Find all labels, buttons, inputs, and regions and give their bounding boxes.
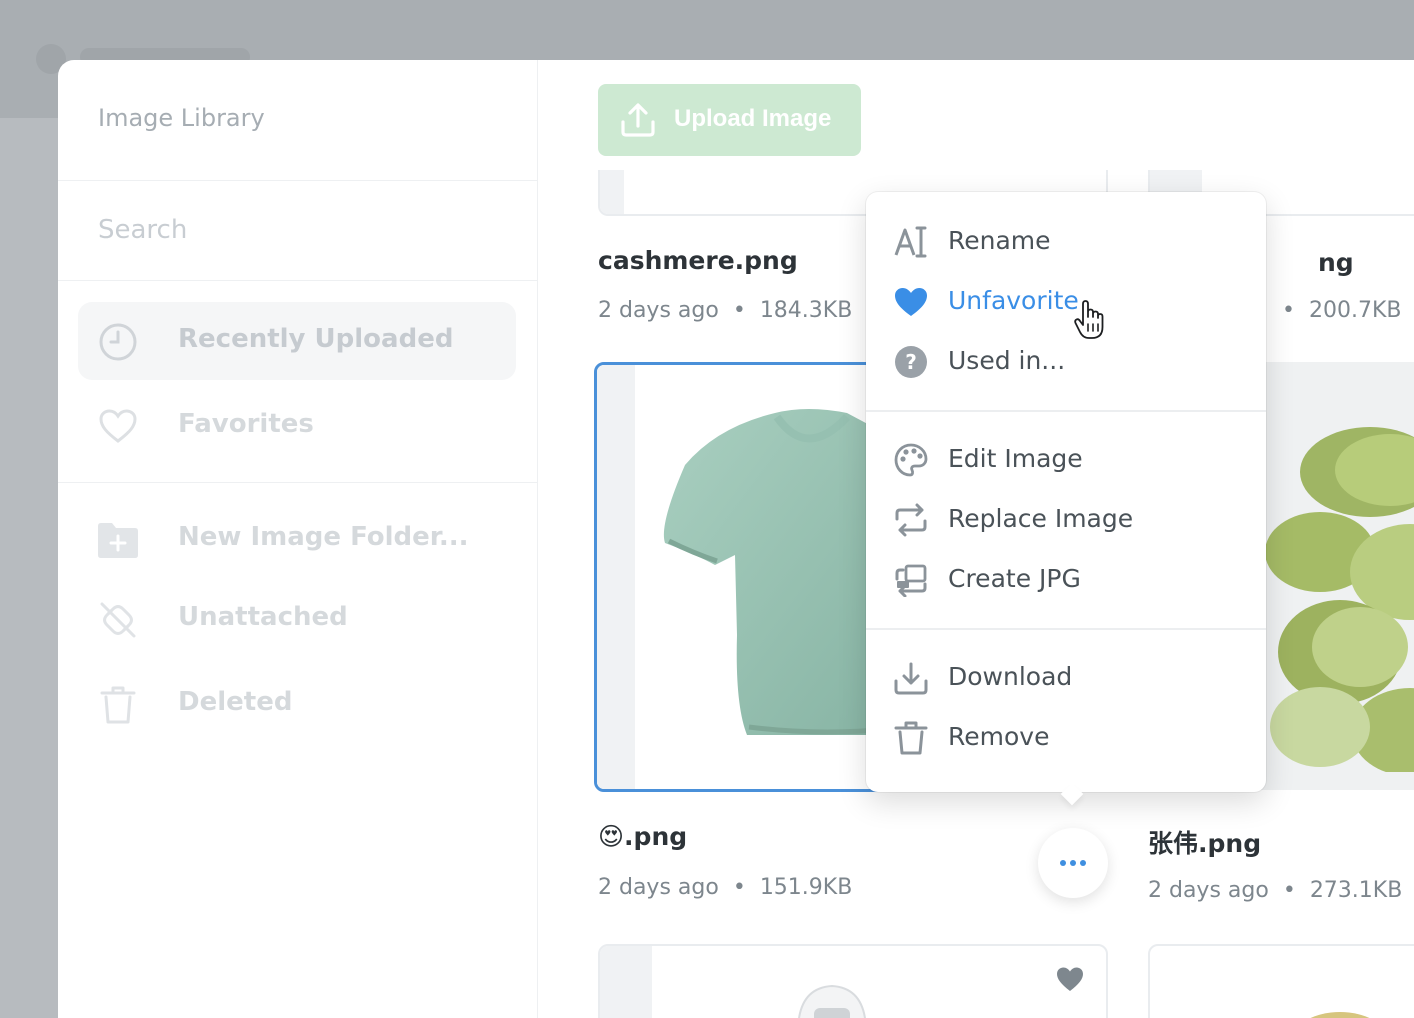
menu-item-label: Edit Image (948, 444, 1083, 473)
image-card-thumbnail[interactable] (598, 944, 1108, 1018)
menu-item-edit-image[interactable]: Edit Image (866, 431, 1266, 487)
green-discs-image (1265, 427, 1414, 772)
sidebar-item-unattached[interactable]: Unattached (78, 580, 516, 658)
heart-outline-icon (99, 409, 137, 443)
search-input[interactable] (98, 210, 478, 250)
file-date: 2 days ago (598, 298, 719, 323)
question-circle-icon: ? (895, 346, 927, 378)
menu-item-label: Unfavorite (948, 286, 1079, 315)
thumbnail-strip (600, 946, 652, 1018)
hand-pointer-cursor-icon (1074, 300, 1104, 339)
sidebar-item-label: Favorites (178, 409, 314, 439)
thumbnail-strip (597, 365, 635, 789)
file-size: 184.3KB (759, 298, 853, 323)
menu-item-label: Replace Image (948, 504, 1134, 533)
trash-icon (100, 686, 136, 724)
menu-item-replace-image[interactable]: Replace Image (866, 491, 1266, 547)
file-date: 2 days ago (598, 875, 719, 900)
file-date: 2 days ago (1148, 878, 1269, 903)
menu-item-unfavorite[interactable]: Unfavorite (866, 273, 1266, 329)
sidebar-item-new-folder[interactable]: New Image Folder... (78, 500, 516, 578)
upload-icon (621, 103, 655, 137)
meta-separator: • (732, 875, 746, 900)
file-name: 😍.png (598, 822, 688, 851)
upload-button-label: Upload Image (674, 105, 832, 132)
menu-separator (866, 628, 1266, 630)
file-name: 张伟.png (1148, 829, 1262, 858)
file-size: 273.1KB (1309, 878, 1403, 903)
menu-item-rename[interactable]: Rename (866, 213, 1266, 269)
trash-icon (894, 721, 928, 755)
sidebar-item-label: Recently Uploaded (178, 324, 454, 354)
file-meta: • 200.7KB (1268, 298, 1402, 323)
favorite-heart-icon[interactable] (1056, 966, 1084, 992)
divider (58, 180, 538, 181)
svg-text:?: ? (905, 350, 917, 374)
menu-item-remove[interactable]: Remove (866, 709, 1266, 765)
menu-item-label: Download (948, 662, 1073, 691)
unlink-icon (100, 602, 136, 638)
file-size: 200.7KB (1308, 298, 1402, 323)
menu-item-label: Create JPG (948, 564, 1081, 593)
sidebar-item-deleted[interactable]: Deleted (78, 665, 516, 743)
dot (1060, 860, 1066, 866)
menu-item-used-in[interactable]: ? Used in... (866, 333, 1266, 389)
sidebar: Image Library Recently Uploaded Favorite… (58, 60, 538, 1018)
rename-text-icon (894, 226, 927, 258)
menu-item-create-jpg[interactable]: Create JPG (866, 551, 1266, 607)
image-library-modal: Image Library Recently Uploaded Favorite… (58, 60, 1414, 1018)
replace-arrows-icon (895, 503, 927, 537)
sidebar-item-favorites[interactable]: Favorites (78, 387, 516, 465)
meta-separator: • (1282, 878, 1296, 903)
product-image (798, 984, 866, 1018)
image-card-thumbnail[interactable] (1148, 944, 1414, 1018)
product-image (1310, 1012, 1370, 1018)
file-meta: 2 days ago • 273.1KB (1148, 878, 1402, 903)
divider (58, 482, 538, 483)
file-name: cashmere.png (598, 246, 798, 275)
file-name: ng (1318, 248, 1354, 277)
menu-separator (866, 410, 1266, 412)
sidebar-title: Image Library (98, 104, 265, 132)
dot (1070, 860, 1076, 866)
sidebar-item-label: Deleted (178, 687, 293, 717)
heart-filled-icon (895, 288, 927, 316)
more-options-button[interactable] (1038, 828, 1108, 898)
file-meta: 2 days ago • 151.9KB (598, 875, 852, 900)
menu-item-download[interactable]: Download (866, 649, 1266, 705)
divider (58, 280, 538, 281)
context-menu: Rename Unfavorite ? Used in... Edit Imag… (866, 192, 1266, 806)
clock-icon (99, 323, 137, 361)
menu-item-label: Rename (948, 226, 1051, 255)
palette-icon (894, 443, 928, 477)
download-icon (894, 662, 928, 695)
convert-image-icon (895, 564, 927, 597)
upload-image-button[interactable]: Upload Image (598, 84, 861, 156)
menu-item-label: Remove (948, 722, 1050, 751)
meta-separator: • (732, 298, 746, 323)
meta-separator: • (1282, 298, 1295, 323)
sidebar-item-label: New Image Folder... (178, 522, 469, 552)
thumbnail-strip (600, 170, 624, 214)
dot (1080, 860, 1086, 866)
sidebar-item-recently-uploaded[interactable]: Recently Uploaded (78, 302, 516, 380)
file-size: 151.9KB (759, 875, 853, 900)
folder-plus-icon (98, 523, 138, 558)
file-meta: 2 days ago • 184.3KB (598, 298, 852, 323)
sidebar-item-label: Unattached (178, 602, 348, 632)
menu-item-label: Used in... (948, 346, 1066, 375)
